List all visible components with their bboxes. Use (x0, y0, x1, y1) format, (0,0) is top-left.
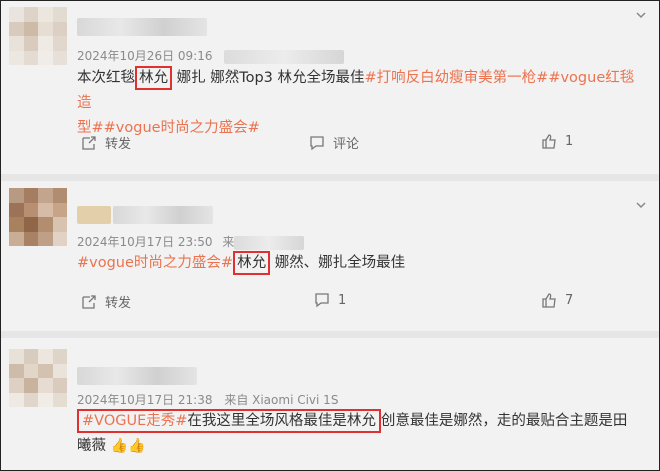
divider (1, 331, 659, 338)
post-meta: 2024年10月17日 21:38 来自 Xiaomi Civi 1S (77, 391, 338, 408)
post-text: #VOGUE走秀#在我这里全场风格最佳是林允 创意最佳是娜然，走的最贴合主题是田 … (77, 409, 647, 459)
action-bar: 转发 评论 1 (77, 133, 597, 155)
like-count: 1 (565, 133, 574, 149)
comment-count: 1 (338, 292, 347, 308)
post-meta: 2024年10月17日 23:50 来 (77, 233, 305, 250)
post-time: 2024年10月17日 21:38 (77, 393, 213, 407)
username-badge (77, 206, 111, 224)
username[interactable] (77, 18, 207, 36)
username[interactable] (113, 206, 213, 224)
like-icon (542, 134, 556, 149)
highlighted-name: 林允 (233, 251, 271, 275)
post-text: 本次红毯 林允 娜扎 娜然Top3 林允全场最佳#打响反白幼瘦审美第一枪##vog… (77, 66, 647, 141)
chevron-down-icon[interactable] (635, 199, 647, 211)
comment-card: 2024年10月17日 23:50 来 #vogue时尚之力盛会# 林允 娜然、娜… (1, 181, 659, 331)
divider (1, 174, 659, 181)
action-bar: 转发 1 7 (77, 292, 597, 314)
username[interactable] (77, 367, 197, 385)
highlighted-sentence: #VOGUE走秀#在我这里全场风格最佳是林允 (77, 409, 381, 433)
like-button[interactable]: 1 (541, 133, 573, 149)
avatar[interactable] (9, 188, 67, 246)
comment-button[interactable]: 评论 (309, 133, 359, 152)
chevron-down-icon[interactable] (635, 9, 647, 21)
like-count: 7 (565, 292, 574, 308)
comment-card: 2024年10月26日 09:16 本次红毯 林允 娜扎 娜然Top3 林允全场最… (1, 2, 659, 174)
highlighted-name: 林允 (135, 66, 172, 90)
comment-icon (310, 135, 324, 150)
avatar[interactable] (9, 349, 67, 407)
repost-icon (82, 135, 96, 150)
hashtag-link[interactable]: #VOGUE走秀# (82, 413, 187, 429)
comment-button[interactable]: 1 (314, 292, 346, 308)
like-icon (542, 293, 556, 308)
thumbs-up-emoji: 👍👍 (110, 438, 146, 454)
repost-button[interactable]: 转发 (81, 133, 131, 152)
post-time: 2024年10月17日 23:50 (77, 235, 213, 249)
repost-button[interactable]: 转发 (81, 292, 131, 311)
comment-card: 2024年10月17日 21:38 来自 Xiaomi Civi 1S #VOG… (1, 339, 659, 471)
repost-icon (82, 294, 96, 309)
post-meta: 2024年10月26日 09:16 (77, 47, 345, 64)
post-text: #vogue时尚之力盛会# 林允 娜然、娜扎全场最佳 (77, 251, 647, 276)
source-blurred (224, 49, 345, 64)
hashtag-link[interactable]: #vogue时尚之力盛会# (77, 255, 233, 271)
post-time: 2024年10月26日 09:16 (77, 49, 213, 63)
source-blurred (234, 235, 305, 250)
post-source: 来自 Xiaomi Civi 1S (224, 393, 339, 407)
comment-icon (315, 293, 329, 308)
avatar[interactable] (9, 7, 67, 65)
like-button[interactable]: 7 (541, 292, 573, 308)
weibo-comment-list: 2024年10月26日 09:16 本次红毯 林允 娜扎 娜然Top3 林允全场最… (0, 0, 660, 471)
